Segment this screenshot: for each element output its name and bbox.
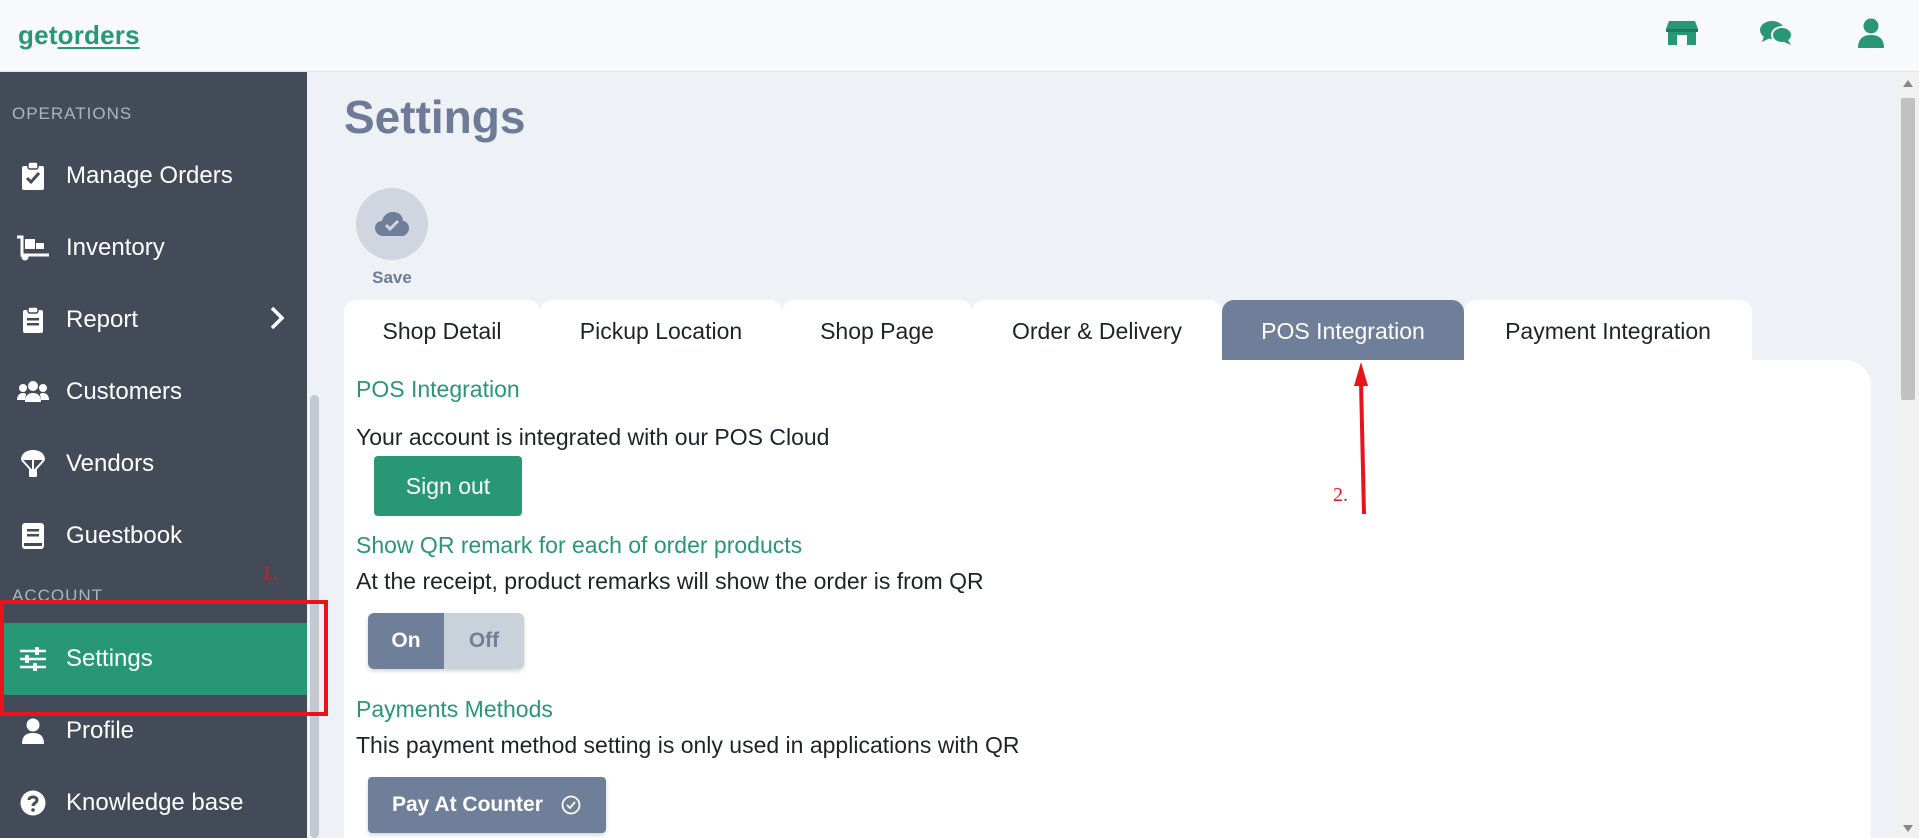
qr-remark-toggle: On Off [368, 613, 524, 669]
save-button[interactable]: Save [356, 188, 428, 288]
toggle-off-option[interactable]: Off [444, 613, 524, 669]
sidebar-item-label: Profile [66, 717, 135, 744]
page-scrollbar[interactable] [1897, 72, 1919, 838]
app-logo[interactable]: getorders [18, 20, 140, 51]
section-operations: OPERATIONS [12, 104, 133, 123]
qr-remark-description: At the receipt, product remarks will sho… [356, 568, 984, 594]
sidebar: OPERATIONS Manage Orders Inventory Repor… [0, 72, 307, 838]
logo-suffix: orders [57, 20, 140, 50]
sidebar-item-report[interactable]: Report [0, 284, 307, 356]
section-title-payments: Payments Methods [356, 696, 553, 722]
section-title-qr-remark: Show QR remark for each of order product… [356, 532, 803, 558]
scroll-down-arrow[interactable] [1903, 825, 1913, 832]
payments-description: This payment method setting is only used… [356, 732, 1020, 758]
pay-at-counter-button[interactable]: Pay At Counter [368, 777, 606, 833]
cloud-check-icon [356, 188, 428, 260]
logo-prefix: get [18, 20, 58, 50]
sidebar-item-label: Vendors [66, 450, 155, 477]
sidebar-item-label: Customers [66, 378, 183, 405]
scroll-up-arrow[interactable] [1903, 80, 1913, 87]
user-icon [16, 714, 50, 748]
chat-icon[interactable] [1759, 16, 1793, 50]
tab-payment-integration[interactable]: Payment Integration [1464, 300, 1752, 362]
annotation-step-1: 1. [262, 562, 277, 584]
sidebar-item-label: Report [66, 306, 139, 333]
sidebar-item-inventory[interactable]: Inventory [0, 212, 307, 284]
sidebar-item-knowledge-base[interactable]: Knowledge base [0, 767, 307, 838]
sidebar-item-manage-orders[interactable]: Manage Orders [0, 140, 307, 212]
store-icon[interactable] [1665, 16, 1699, 50]
report-icon [16, 303, 50, 337]
tab-shop-detail[interactable]: Shop Detail [344, 300, 540, 362]
annotation-arrow [1354, 362, 1368, 515]
annotation-box-settings [0, 600, 328, 716]
sidebar-item-vendors[interactable]: Vendors [0, 428, 307, 500]
sidebar-item-guestbook[interactable]: Guestbook [0, 500, 307, 572]
page-title: Settings [344, 91, 526, 143]
tab-shop-page[interactable]: Shop Page [782, 300, 972, 362]
sign-out-button[interactable]: Sign out [374, 456, 522, 516]
section-title-pos: POS Integration [356, 376, 520, 402]
save-label: Save [372, 268, 412, 287]
pos-status-text: Your account is integrated with our POS … [356, 424, 830, 450]
annotation-step-2: 2. [1333, 484, 1348, 506]
tab-order-delivery[interactable]: Order & Delivery [972, 300, 1222, 362]
sidebar-item-label: Knowledge base [66, 789, 244, 816]
pay-at-counter-label: Pay At Counter [392, 793, 543, 816]
sidebar-item-label: Manage Orders [66, 162, 233, 189]
question-circle-icon [16, 786, 50, 820]
user-icon[interactable] [1854, 16, 1888, 50]
sidebar-item-customers[interactable]: Customers [0, 356, 307, 428]
main-content: Settings Save Shop Detail Pickup Locatio… [320, 72, 1895, 838]
check-circle-icon [561, 795, 581, 815]
book-icon [16, 519, 50, 553]
sidebar-item-label: Inventory [66, 234, 165, 261]
users-icon [16, 375, 50, 409]
clipboard-check-icon [16, 159, 50, 193]
dolly-icon [16, 231, 50, 265]
parachute-icon [16, 447, 50, 481]
tab-pickup-location[interactable]: Pickup Location [540, 300, 782, 362]
scrollbar-thumb[interactable] [1901, 98, 1915, 400]
sidebar-item-label: Guestbook [66, 522, 183, 549]
tab-pos-integration[interactable]: POS Integration [1222, 300, 1464, 362]
toggle-on-option[interactable]: On [368, 613, 444, 669]
pos-integration-panel: POS Integration Your account is integrat… [344, 360, 1871, 838]
top-header: getorders [0, 0, 1919, 72]
chevron-right-icon [269, 306, 285, 337]
